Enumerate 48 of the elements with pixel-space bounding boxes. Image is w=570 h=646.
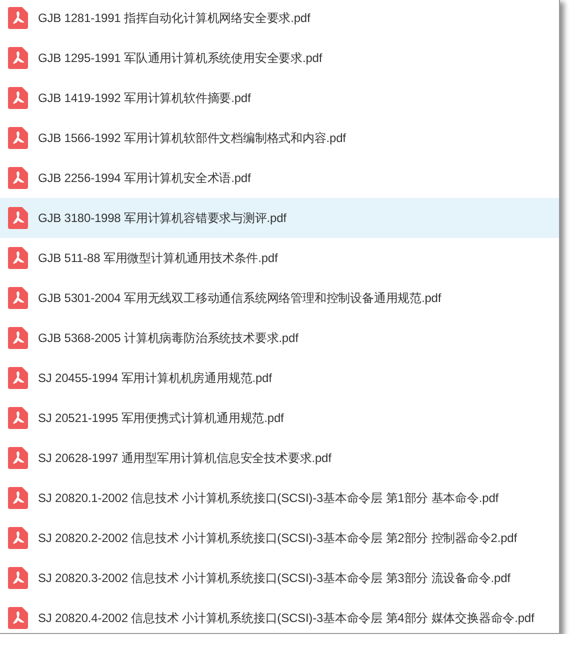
pdf-file-icon [8, 7, 28, 29]
file-name: GJB 2256-1994 军用计算机安全术语.pdf [38, 170, 251, 186]
file-name: GJB 1419-1992 军用计算机软件摘要.pdf [38, 90, 251, 106]
file-row[interactable]: SJ 20628-1997 通用型军用计算机信息安全技术要求.pdf [0, 438, 559, 478]
file-name: SJ 20820.4-2002 信息技术 小计算机系统接口(SCSI)-3基本命令层 第4部分 媒体交换器命令.pdf [38, 610, 534, 626]
pdf-file-icon [8, 367, 28, 389]
file-row[interactable]: GJB 5368-2005 计算机病毒防治系统技术要求.pdf [0, 318, 559, 358]
file-name: SJ 20455-1994 军用计算机机房通用规范.pdf [38, 370, 272, 386]
pdf-file-icon [8, 607, 28, 629]
file-row[interactable]: SJ 20820.1-2002 信息技术 小计算机系统接口(SCSI)-3基本命令层 第1部分 基本命令.pdf [0, 478, 559, 518]
pdf-file-icon [8, 47, 28, 69]
pdf-file-icon [8, 247, 28, 269]
pdf-file-icon [8, 567, 28, 589]
file-name: GJB 1295-1991 军队通用计算机系统使用安全要求.pdf [38, 50, 322, 66]
file-row[interactable]: SJ 20455-1994 军用计算机机房通用规范.pdf [0, 358, 559, 398]
pdf-file-icon [8, 327, 28, 349]
file-name: SJ 20820.2-2002 信息技术 小计算机系统接口(SCSI)-3基本命令层 第2部分 控制器命令2.pdf [38, 530, 517, 546]
file-row[interactable]: GJB 1419-1992 军用计算机软件摘要.pdf [0, 78, 559, 118]
file-row[interactable]: GJB 1295-1991 军队通用计算机系统使用安全要求.pdf [0, 38, 559, 78]
file-row[interactable]: GJB 1566-1992 军用计算机软部件文档编制格式和内容.pdf [0, 118, 559, 158]
file-name: GJB 5301-2004 军用无线双工移动通信系统网络管理和控制设备通用规范.pdf [38, 290, 442, 306]
file-row[interactable]: SJ 20820.3-2002 信息技术 小计算机系统接口(SCSI)-3基本命令层 第3部分 流设备命令.pdf [0, 558, 559, 598]
pdf-file-icon [8, 87, 28, 109]
file-row[interactable]: GJB 5301-2004 军用无线双工移动通信系统网络管理和控制设备通用规范.pdf [0, 278, 559, 318]
pdf-file-icon [8, 127, 28, 149]
file-name: GJB 1281-1991 指挥自动化计算机网络安全要求.pdf [38, 10, 310, 26]
file-name: SJ 20820.1-2002 信息技术 小计算机系统接口(SCSI)-3基本命令层 第1部分 基本命令.pdf [38, 490, 499, 506]
file-row[interactable]: SJ 20820.4-2002 信息技术 小计算机系统接口(SCSI)-3基本命令层 第4部分 媒体交换器命令.pdf [0, 598, 559, 633]
file-row[interactable]: SJ 20820.2-2002 信息技术 小计算机系统接口(SCSI)-3基本命令层 第2部分 控制器命令2.pdf [0, 518, 559, 558]
file-name: GJB 1566-1992 军用计算机软部件文档编制格式和内容.pdf [38, 130, 346, 146]
file-name: GJB 511-88 军用微型计算机通用技术条件.pdf [38, 250, 278, 266]
pdf-file-icon [8, 207, 28, 229]
pdf-file-icon [8, 447, 28, 469]
file-name: SJ 20820.3-2002 信息技术 小计算机系统接口(SCSI)-3基本命令层 第3部分 流设备命令.pdf [38, 570, 510, 586]
file-row[interactable]: GJB 2256-1994 军用计算机安全术语.pdf [0, 158, 559, 198]
pdf-file-icon [8, 287, 28, 309]
pdf-file-icon [8, 407, 28, 429]
file-name: GJB 5368-2005 计算机病毒防治系统技术要求.pdf [38, 330, 298, 346]
file-row[interactable]: SJ 20521-1995 军用便携式计算机通用规范.pdf [0, 398, 559, 438]
file-row[interactable]: GJB 511-88 军用微型计算机通用技术条件.pdf [0, 238, 559, 278]
file-row[interactable]: GJB 3180-1998 军用计算机容错要求与测评.pdf [0, 198, 559, 238]
file-name: GJB 3180-1998 军用计算机容错要求与测评.pdf [38, 210, 286, 226]
pdf-file-icon [8, 527, 28, 549]
file-name: SJ 20521-1995 军用便携式计算机通用规范.pdf [38, 410, 284, 426]
pdf-file-icon [8, 487, 28, 509]
file-row[interactable]: GJB 1281-1991 指挥自动化计算机网络安全要求.pdf [0, 0, 559, 38]
file-name: SJ 20628-1997 通用型军用计算机信息安全技术要求.pdf [38, 450, 332, 466]
pdf-file-icon [8, 167, 28, 189]
